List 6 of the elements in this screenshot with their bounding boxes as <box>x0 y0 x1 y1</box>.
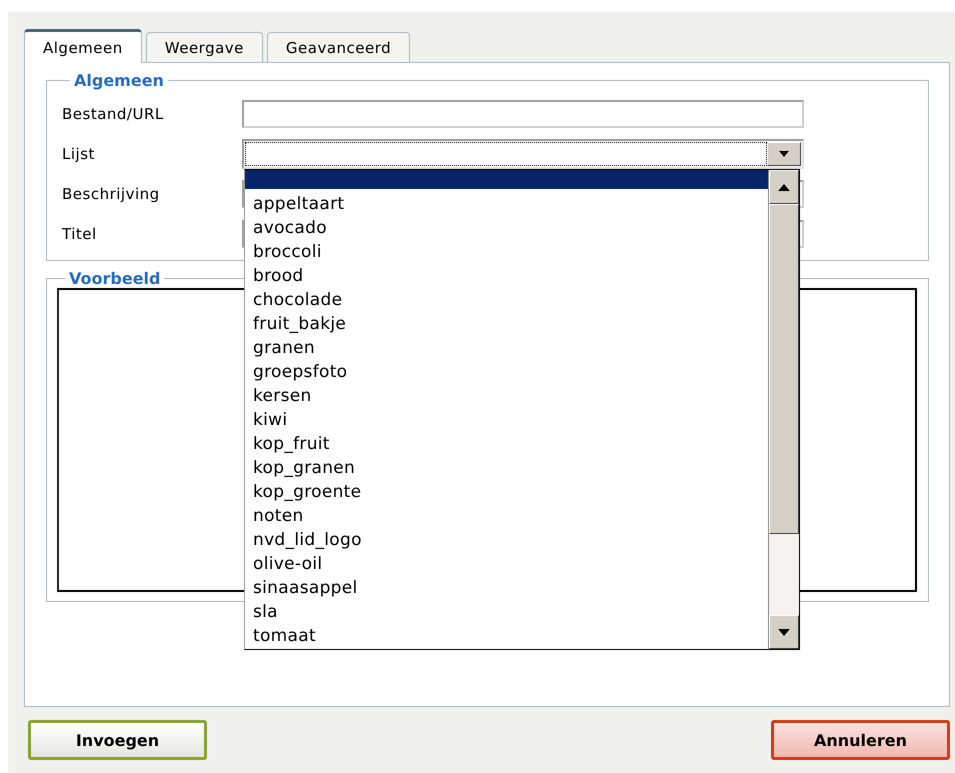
field-label: Titel <box>62 225 98 243</box>
field-label: Lijst <box>62 145 96 163</box>
field-label: Beschrijving <box>62 185 161 203</box>
section-legend: Algemeen <box>70 71 168 90</box>
section-legend: Voorbeeld <box>65 269 164 288</box>
field-label: Bestand/URL <box>62 105 165 123</box>
